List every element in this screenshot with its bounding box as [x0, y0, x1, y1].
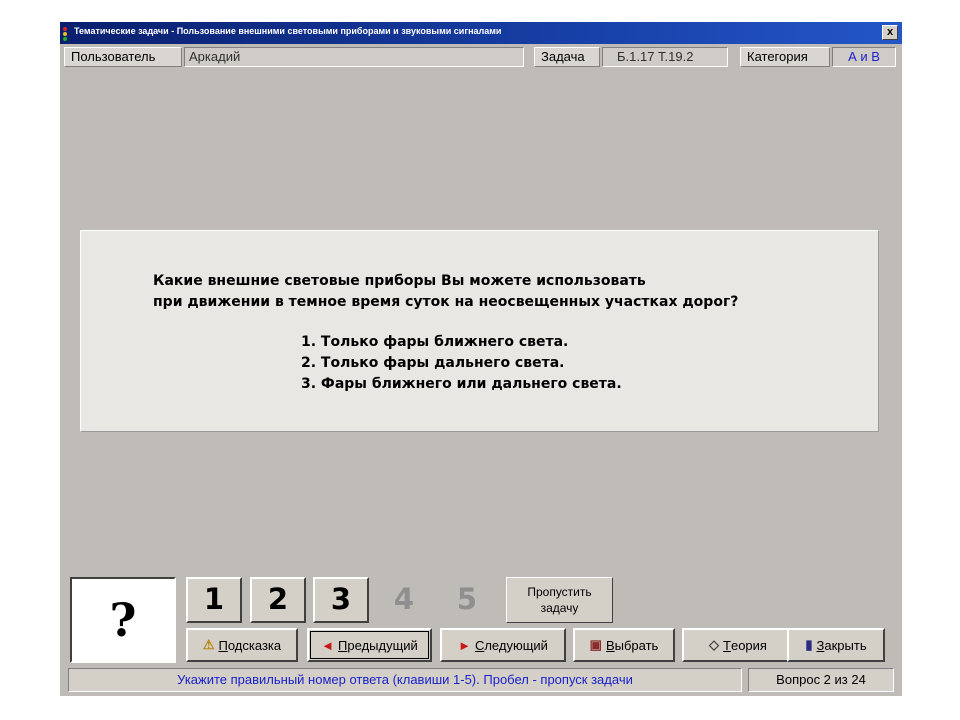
close-icon[interactable]: x — [882, 25, 898, 40]
arrow-left-icon: ◄ — [321, 637, 335, 653]
answer-button-1[interactable]: 1 — [186, 577, 242, 623]
hint-button[interactable]: ⚠ Подсказка — [186, 628, 298, 662]
answer-status-indicator: ? — [70, 577, 176, 663]
prev-key: П — [338, 637, 348, 653]
next-label: ледующий — [484, 637, 548, 653]
next-key: С — [474, 637, 485, 653]
answer-option-2: 2. Только фары дальнего света. — [301, 355, 565, 371]
answer-button-3[interactable]: 3 — [313, 577, 369, 623]
diamond-icon: ◇ — [709, 637, 720, 652]
traffic-light-icon — [63, 27, 67, 41]
task-label: Задача — [534, 47, 600, 67]
choose-label: ыбрать — [614, 637, 659, 653]
user-label: Пользователь — [64, 47, 182, 67]
category-label: Категория — [740, 47, 830, 67]
warning-icon: ⚠ — [202, 637, 215, 652]
question-counter: Вопрос 2 из 24 — [748, 668, 894, 692]
theory-label: еория — [730, 637, 767, 653]
window-title: Тематические задачи - Пользование внешни… — [74, 26, 502, 36]
prev-label: редыдущий — [347, 637, 418, 653]
question-line-2: при движении в темное время суток на нео… — [153, 294, 739, 310]
answer-button-4: 4 — [393, 582, 415, 616]
answer-option-3: 3. Фары ближнего или дальнего света. — [301, 376, 622, 392]
answer-button-2[interactable]: 2 — [250, 577, 306, 623]
question-panel: Какие внешние световые приборы Вы можете… — [80, 230, 879, 432]
choose-key: В — [605, 637, 615, 653]
printer-icon: ▣ — [589, 637, 602, 652]
previous-button[interactable]: ◄ Предыдущий — [307, 628, 432, 662]
arrow-right-icon: ► — [458, 637, 471, 653]
hint-label: одсказка — [227, 637, 282, 653]
next-button[interactable]: ► Следующий — [440, 628, 566, 662]
answer-button-5: 5 — [456, 582, 478, 616]
task-value: Б.1.17 Т.19.2 — [602, 47, 728, 67]
question-line-1: Какие внешние световые приборы Вы можете… — [153, 273, 646, 289]
status-hint: Укажите правильный номер ответа (клавиши… — [68, 668, 742, 692]
skip-label-line-2: задачу — [540, 601, 579, 615]
theory-button[interactable]: ◇ Теория — [682, 628, 794, 662]
title-bar: Тематические задачи - Пользование внешни… — [60, 22, 902, 44]
theory-key: Т — [723, 637, 731, 653]
category-value: А и В — [832, 47, 896, 67]
hint-key: П — [218, 637, 228, 653]
skip-task-button[interactable]: Пропустить задачу — [506, 577, 613, 623]
close-key: З — [816, 637, 825, 653]
close-button[interactable]: ▮ Закрыть — [787, 628, 885, 662]
app-window: Тематические задачи - Пользование внешни… — [60, 22, 902, 696]
skip-label-line-1: Пропустить — [527, 585, 592, 599]
door-icon: ▮ — [805, 637, 813, 652]
user-value: Аркадий — [184, 47, 524, 67]
choose-button[interactable]: ▣ Выбрать — [573, 628, 675, 662]
info-bar: Пользователь Аркадий Задача Б.1.17 Т.19.… — [60, 44, 902, 70]
close-label: акрыть — [824, 637, 867, 653]
answer-option-1: 1. Только фары ближнего света. — [301, 334, 569, 350]
